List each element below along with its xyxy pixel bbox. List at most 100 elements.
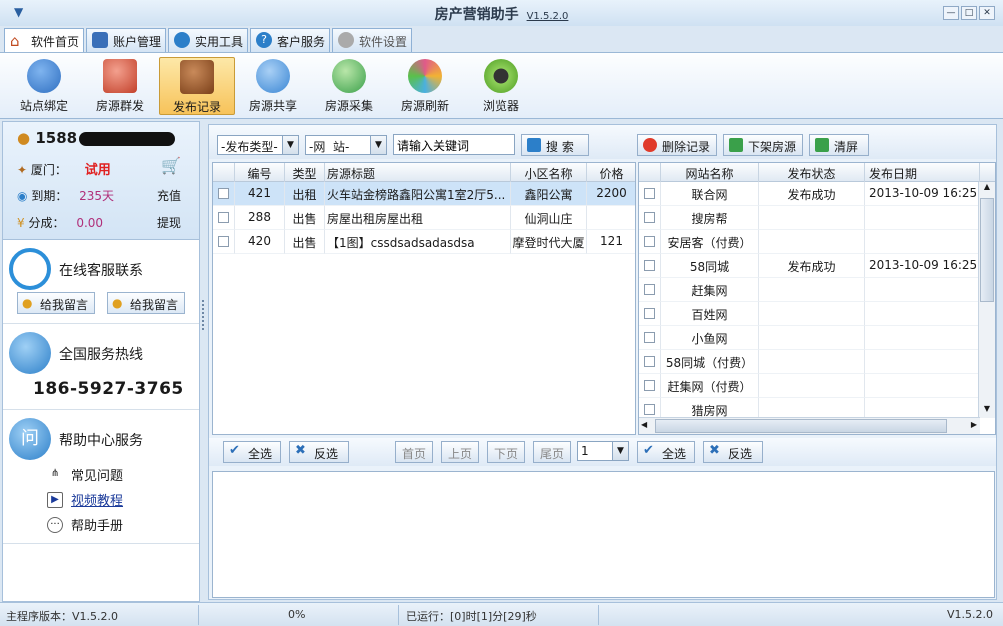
last-page-button[interactable]: 尾页 (533, 441, 571, 463)
tab-account-label: 账户管理 (113, 35, 162, 49)
log-output-area[interactable] (212, 471, 995, 598)
leave-message-button-2[interactable]: ● 给我留言 (107, 292, 185, 314)
exit-icon (729, 138, 743, 152)
tool-label: 浏览器 (482, 99, 519, 113)
row-checkbox[interactable] (644, 380, 655, 391)
select-all-button[interactable]: ✔ 全选 (223, 441, 281, 463)
check-icon: ✔ (229, 443, 240, 458)
close-icon[interactable]: ✕ (979, 6, 995, 20)
header-site-name[interactable]: 网站名称 (661, 163, 759, 182)
row-checkbox[interactable] (644, 260, 655, 271)
city-label: 厦门： (30, 163, 67, 177)
select-all-sites-button[interactable]: ✔ 全选 (637, 441, 695, 463)
tab-service-label: 客户服务 (277, 35, 326, 49)
leave-message-label-1: 给我留言 (40, 298, 89, 312)
panel-splitter[interactable] (202, 300, 206, 330)
row-checkbox[interactable] (218, 188, 229, 199)
tool-label: 房源采集 (324, 99, 373, 113)
header-title[interactable]: 房源标题 (325, 163, 511, 182)
keyword-input[interactable] (393, 134, 515, 155)
header-price[interactable]: 价格 (587, 163, 635, 182)
hscroll-thumb[interactable] (655, 419, 947, 433)
post-type-select[interactable]: -发布类型- ▼ (217, 135, 299, 155)
play-icon: ▶ (47, 492, 63, 508)
prev-page-button[interactable]: 上页 (441, 441, 479, 463)
clear-screen-button[interactable]: 清屏 (809, 134, 869, 156)
tab-service[interactable]: ? 客户服务 (250, 28, 330, 52)
tool-collect[interactable]: 房源采集 (311, 57, 387, 115)
cell-price (587, 206, 635, 230)
leave-message-button-1[interactable]: ● 给我留言 (17, 292, 95, 314)
sites-vertical-scrollbar[interactable]: ▲ ▼ (978, 182, 995, 418)
row-checkbox[interactable] (644, 212, 655, 223)
cart-icon[interactable]: 🛒 (161, 156, 181, 175)
cell-date (865, 350, 980, 374)
row-checkbox[interactable] (644, 284, 655, 295)
next-page-button[interactable]: 下页 (487, 441, 525, 463)
row-checkbox[interactable] (644, 332, 655, 343)
qq-icon: ● (112, 296, 123, 310)
recharge-link[interactable]: 充值 (157, 187, 181, 204)
trial-status: 试用 (84, 163, 111, 178)
header-estate[interactable]: 小区名称 (511, 163, 587, 182)
tool-mass-post[interactable]: 房源群发 (82, 57, 158, 115)
scroll-down-icon[interactable]: ▼ (979, 404, 995, 418)
site-select[interactable]: -网 站- ▼ (305, 135, 387, 155)
help-faq[interactable]: ⋔ 常见问题 (47, 465, 123, 484)
tool-refresh[interactable]: 房源刷新 (387, 57, 463, 115)
status-version: V1.5.2.0 (946, 608, 993, 621)
right-panel: -发布类型- ▼ -网 站- ▼ 搜 索 删除记录 下架房源 清屏 编号 类型 房源… (208, 124, 997, 600)
select-all-sites-label: 全选 (662, 447, 687, 461)
tab-account[interactable]: 账户管理 (86, 28, 166, 52)
row-checkbox[interactable] (644, 188, 655, 199)
row-checkbox[interactable] (644, 308, 655, 319)
maximize-icon[interactable]: □ (961, 6, 977, 20)
tool-label: 房源共享 (248, 99, 297, 113)
first-page-button[interactable]: 首页 (395, 441, 433, 463)
scroll-right-icon[interactable]: ▶ (971, 420, 977, 429)
tool-browser[interactable]: 浏览器 (463, 57, 539, 115)
sites-horizontal-scrollbar[interactable]: ◀ ▶ (639, 417, 980, 434)
download-icon (815, 138, 829, 152)
delete-record-button[interactable]: 删除记录 (637, 134, 717, 156)
cell-price: 2200 (587, 182, 635, 206)
main-toolbar: 站点绑定 房源群发 发布记录 房源共享 房源采集 房源刷新 浏览器 (0, 52, 1003, 119)
header-date[interactable]: 发布日期 (865, 163, 980, 182)
user-phone-row: ● 1588 (17, 129, 176, 147)
help-video[interactable]: ▶ 视频教程 (47, 490, 123, 509)
row-checkbox[interactable] (644, 356, 655, 367)
minimize-icon[interactable]: — (943, 6, 959, 20)
tool-site-bind[interactable]: 站点绑定 (6, 57, 82, 115)
row-checkbox[interactable] (218, 236, 229, 247)
header-type[interactable]: 类型 (285, 163, 325, 182)
page-select[interactable]: 1 ▼ (577, 441, 629, 461)
more-icon: ··· (47, 517, 63, 533)
scroll-left-icon[interactable]: ◀ (641, 420, 647, 429)
tab-tools[interactable]: 实用工具 (168, 28, 248, 52)
invert-icon: ✖ (295, 443, 306, 458)
tool-post-records[interactable]: 发布记录 (159, 57, 235, 115)
title-bar: ▼ 房产营销助手 V1.5.2.0 — □ ✕ (0, 0, 1003, 26)
tab-home[interactable]: ⌂ 软件首页 (4, 28, 84, 53)
invert-select-button[interactable]: ✖ 反选 (289, 441, 349, 463)
offline-house-button[interactable]: 下架房源 (723, 134, 803, 156)
header-status[interactable]: 发布状态 (759, 163, 865, 182)
invert-select-sites-button[interactable]: ✖ 反选 (703, 441, 763, 463)
tool-share[interactable]: 房源共享 (235, 57, 311, 115)
scroll-thumb[interactable] (980, 198, 994, 302)
app-title: 房产营销助手 V1.5.2.0 (434, 7, 569, 23)
row-checkbox[interactable] (644, 236, 655, 247)
delete-icon (643, 138, 657, 152)
header-id[interactable]: 编号 (235, 163, 285, 182)
tab-settings[interactable]: 软件设置 (332, 28, 412, 52)
cell-type: 出售 (285, 206, 325, 230)
invert-icon: ✖ (709, 443, 720, 458)
help-manual-label: 帮助手册 (71, 519, 124, 534)
search-button[interactable]: 搜 索 (521, 134, 589, 156)
withdraw-link[interactable]: 提现 (157, 214, 181, 231)
row-checkbox[interactable] (644, 404, 655, 415)
row-checkbox[interactable] (218, 212, 229, 223)
scroll-up-icon[interactable]: ▲ (979, 182, 995, 196)
tool-label: 发布记录 (172, 100, 221, 114)
help-manual[interactable]: ··· 帮助手册 (47, 515, 123, 534)
